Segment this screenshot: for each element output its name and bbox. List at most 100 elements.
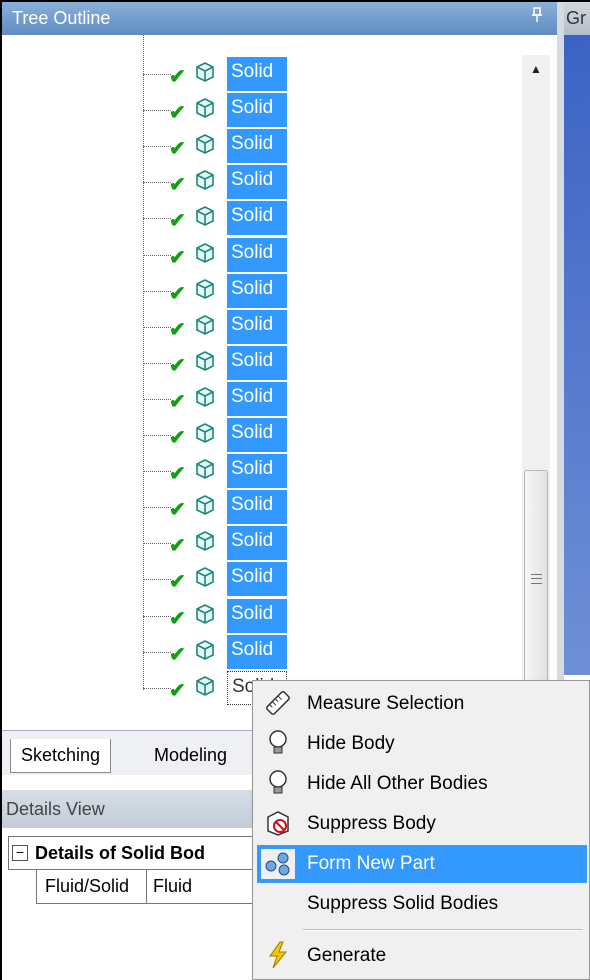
tree-item-solid[interactable]: ✔ Solid [143, 274, 303, 308]
checkmark-icon: ✔ [169, 391, 186, 413]
tree-item-solid[interactable]: ✔ Solid [143, 346, 303, 380]
collapse-icon[interactable]: − [12, 845, 28, 861]
scroll-thumb[interactable] [524, 470, 548, 695]
solid-body-icon [195, 530, 215, 552]
tree-item-label[interactable]: Solid [227, 635, 287, 669]
solid-body-icon [195, 205, 215, 227]
details-group-title: Details of Solid Bod [35, 843, 206, 863]
menu-item-form-new-part[interactable]: Form New Part [257, 845, 587, 883]
tree-connector [143, 291, 171, 292]
checkmark-icon: ✔ [169, 319, 186, 341]
menu-item-hide-body[interactable]: Hide Body [257, 725, 587, 763]
menu-item-label: Hide Body [307, 733, 395, 754]
tab-sketching[interactable]: Sketching [10, 739, 112, 773]
tree-item-label[interactable]: Solid [227, 599, 287, 633]
tree-item-solid[interactable]: ✔ Solid [143, 635, 303, 669]
menu-item-label: Measure Selection [307, 693, 465, 714]
tree-item-label[interactable]: Solid [227, 382, 287, 416]
menu-item-generate[interactable]: Generate [257, 937, 587, 975]
tree-item-label[interactable]: Solid [227, 346, 287, 380]
tree-outline-header: Tree Outline [2, 2, 557, 35]
tree-connector [143, 182, 171, 183]
checkmark-icon: ✔ [169, 499, 186, 521]
tab-modeling[interactable]: Modeling [144, 739, 238, 773]
lightning-icon [261, 941, 295, 971]
tree-connector [143, 543, 171, 544]
tree-item-solid[interactable]: ✔ Solid [143, 382, 303, 416]
tree-connector [143, 435, 171, 436]
solid-body-icon [195, 278, 215, 300]
solid-body-icon [195, 133, 215, 155]
menu-separator [303, 929, 583, 931]
menu-item-suppress-solid-bodies[interactable]: Suppress Solid Bodies [257, 885, 587, 923]
solid-body-icon [195, 61, 215, 83]
tree-item-label[interactable]: Solid [227, 165, 287, 199]
menu-item-measure-selection[interactable]: Measure Selection [257, 685, 587, 723]
tree-item-label[interactable]: Solid [227, 418, 287, 452]
tree-scrollbar[interactable]: ▲ [522, 55, 550, 695]
tree-connector [143, 74, 171, 75]
tree-item-solid[interactable]: ✔ Solid [143, 562, 303, 596]
solid-body-icon [195, 603, 215, 625]
tree-connector [143, 616, 171, 617]
tree-item-solid[interactable]: ✔ Solid [143, 310, 303, 344]
tree-item-label[interactable]: Solid [227, 490, 287, 524]
scroll-up-arrow-icon[interactable]: ▲ [522, 55, 550, 83]
tree-connector [143, 363, 171, 364]
checkmark-icon: ✔ [169, 210, 186, 232]
tree-connector [143, 146, 171, 147]
tree-item-label[interactable]: Solid [227, 238, 287, 272]
tree-connector [143, 507, 171, 508]
tree-outline-title: Tree Outline [12, 8, 111, 28]
tree-item-label[interactable]: Solid [227, 526, 287, 560]
tree-item-solid[interactable]: ✔ Solid [143, 599, 303, 633]
tree-item-solid[interactable]: ✔ Solid [143, 238, 303, 272]
tree-item-solid[interactable]: ✔ Solid [143, 93, 303, 127]
tree-item-label[interactable]: Solid [227, 562, 287, 596]
tree-connector [143, 579, 171, 580]
tree-item-solid[interactable]: ✔ Solid [143, 57, 303, 91]
checkmark-icon: ✔ [169, 535, 186, 557]
checkmark-icon: ✔ [169, 427, 186, 449]
tree-item-solid[interactable]: ✔ Solid [143, 201, 303, 235]
checkmark-icon: ✔ [169, 680, 186, 702]
tree-connector [143, 471, 171, 472]
graphics-viewport[interactable] [564, 35, 590, 675]
ruler-icon [261, 689, 295, 719]
checkmark-icon: ✔ [169, 247, 186, 269]
scroll-grip-icon [531, 574, 542, 584]
tree-connector [143, 688, 171, 689]
tree-item-label[interactable]: Solid [227, 310, 287, 344]
tree-item-label[interactable]: Solid [227, 93, 287, 127]
checkmark-icon: ✔ [169, 174, 186, 196]
tree-item-label[interactable]: Solid [227, 454, 287, 488]
menu-item-suppress-body[interactable]: Suppress Body [257, 805, 587, 843]
tree-item-solid[interactable]: ✔ Solid [143, 454, 303, 488]
tree-connector [143, 110, 171, 111]
solid-body-icon [195, 97, 215, 119]
tree-item-solid[interactable]: ✔ Solid [143, 490, 303, 524]
tree-item-solid[interactable]: ✔ Solid [143, 418, 303, 452]
tree-connector [143, 399, 171, 400]
tree-item-label[interactable]: Solid [227, 129, 287, 163]
solid-body-icon [195, 675, 215, 697]
tree-item-solid[interactable]: ✔ Solid [143, 129, 303, 163]
menu-item-label: Form New Part [307, 853, 435, 874]
checkmark-icon: ✔ [169, 283, 186, 305]
checkmark-icon: ✔ [169, 138, 186, 160]
tree-item-solid[interactable]: ✔ Solid [143, 526, 303, 560]
checkmark-icon: ✔ [169, 463, 186, 485]
tree-item-label[interactable]: Solid [227, 57, 287, 91]
tree-connector [143, 652, 171, 653]
solid-body-icon [195, 169, 215, 191]
tree-item-label[interactable]: Solid [227, 201, 287, 235]
details-row-value[interactable]: Fluid [149, 870, 192, 903]
tree-item-solid[interactable]: ✔ Solid [143, 165, 303, 199]
menu-item-hide-all-other-bodies[interactable]: Hide All Other Bodies [257, 765, 587, 803]
menu-item-label: Suppress Body [307, 813, 436, 834]
lightbulb-icon [261, 729, 295, 759]
lightbulb-icon [261, 769, 295, 799]
pin-icon[interactable] [531, 2, 543, 35]
tree-item-label[interactable]: Solid [227, 274, 287, 308]
solid-body-icon [195, 422, 215, 444]
